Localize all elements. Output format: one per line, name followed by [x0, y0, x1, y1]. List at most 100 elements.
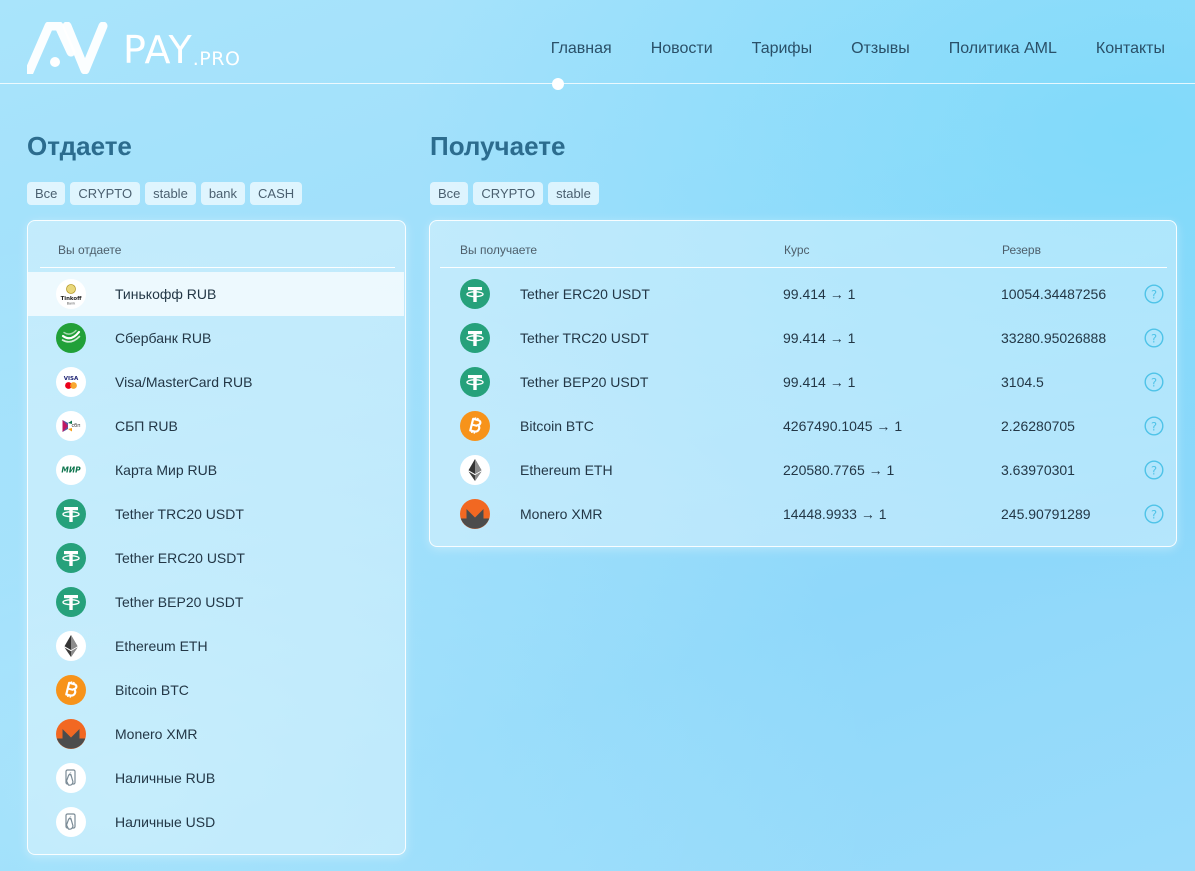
get-item-label: Tether ERC20 USDT — [520, 286, 650, 302]
visa-mastercard-icon: VISA — [56, 367, 86, 397]
help-icon[interactable]: ? — [1144, 328, 1164, 348]
svg-text:Bank: Bank — [67, 302, 76, 306]
sberbank-icon — [56, 323, 86, 353]
svg-text:?: ? — [1151, 463, 1157, 477]
nav-home[interactable]: Главная — [551, 40, 612, 58]
give-list-item[interactable]: $ Наличные USD — [28, 800, 404, 844]
get-item-label: Ethereum ETH — [520, 462, 613, 478]
help-icon[interactable]: ? — [1144, 460, 1164, 480]
get-item-reserve: 2.26280705 — [1001, 418, 1075, 434]
bitcoin-icon — [56, 675, 86, 705]
get-item-rate: 14448.9933 → 1 — [783, 506, 887, 522]
main-nav: Главная Новости Тарифы Отзывы Политика A… — [551, 40, 1165, 58]
logo[interactable]: PAY .PRO — [27, 22, 240, 74]
get-item-reserve: 3104.5 — [1001, 374, 1044, 390]
get-column-header-reserve: Резерв — [1002, 243, 1041, 257]
get-filter-stable[interactable]: stable — [548, 182, 599, 205]
ethereum-icon — [460, 455, 490, 485]
give-list-item[interactable]: Monero XMR — [28, 712, 404, 756]
give-filter-bank[interactable]: bank — [200, 182, 246, 205]
give-list-item[interactable]: VISA Visa/MasterCard RUB — [28, 360, 404, 404]
tether-icon — [460, 367, 490, 397]
give-header-divider — [40, 267, 395, 268]
nav-aml-policy[interactable]: Политика AML — [949, 40, 1057, 58]
give-column-header: Вы отдаете — [58, 243, 122, 257]
give-filter-all[interactable]: Все — [27, 182, 66, 205]
tether-icon — [56, 587, 86, 617]
svg-text:сбп: сбп — [71, 423, 80, 429]
mir-icon: МИР — [56, 455, 86, 485]
get-column-header-name: Вы получаете — [460, 243, 538, 257]
svg-text:$: $ — [69, 772, 72, 777]
give-list-item[interactable]: $ Наличные RUB — [28, 756, 404, 800]
tether-icon — [56, 499, 86, 529]
give-filter-crypto[interactable]: CRYPTO — [70, 182, 141, 205]
give-list-item[interactable]: Tinkoff Bank Тинькофф RUB — [28, 272, 404, 316]
nav-tariffs[interactable]: Тарифы — [752, 40, 812, 58]
give-item-label: Bitcoin BTC — [115, 682, 189, 698]
svg-text:$: $ — [69, 816, 72, 821]
header-divider — [0, 83, 1195, 84]
logo-pro-text: .PRO — [192, 48, 241, 70]
tether-icon — [56, 543, 86, 573]
help-icon[interactable]: ? — [1144, 416, 1164, 436]
give-filter-cash[interactable]: CASH — [250, 182, 303, 205]
help-icon[interactable]: ? — [1144, 372, 1164, 392]
svg-text:?: ? — [1151, 287, 1157, 301]
nav-contacts[interactable]: Контакты — [1096, 40, 1165, 58]
get-title: Получаете — [430, 131, 566, 161]
give-list-item[interactable]: МИР Карта Мир RUB — [28, 448, 404, 492]
give-list-item[interactable]: Tether TRC20 USDT — [28, 492, 404, 536]
give-item-label: Tether BEP20 USDT — [115, 594, 244, 610]
bitcoin-icon — [460, 411, 490, 441]
get-panel: Вы получаете Курс Резерв Tether ERC20 US… — [429, 220, 1177, 547]
give-list-item[interactable]: сбп СБП RUB — [28, 404, 404, 448]
get-list-item[interactable]: Monero XMR 14448.9933 → 1 245.90791289 ? — [430, 492, 1176, 536]
nav-news[interactable]: Новости — [651, 40, 713, 58]
get-item-label: Tether BEP20 USDT — [520, 374, 649, 390]
get-item-label: Bitcoin BTC — [520, 418, 594, 434]
get-item-reserve: 3.63970301 — [1001, 462, 1075, 478]
give-panel: Вы отдаете Tinkoff Bank Тинькофф RUB Сбер… — [27, 220, 406, 855]
give-item-label: Карта Мир RUB — [115, 462, 218, 478]
give-filters: Все CRYPTO stable bank CASH — [27, 182, 303, 205]
cash-icon: $ — [56, 807, 86, 837]
svg-text:VISA: VISA — [64, 376, 79, 382]
svg-text:?: ? — [1151, 419, 1157, 433]
get-list-item[interactable]: Tether ERC20 USDT 99.414 → 1 10054.3448725… — [430, 272, 1176, 316]
get-item-rate: 220580.7765 → 1 — [783, 462, 895, 478]
give-item-label: Tether TRC20 USDT — [115, 506, 244, 522]
help-icon[interactable]: ? — [1144, 284, 1164, 304]
get-list-item[interactable]: Tether TRC20 USDT 99.414 → 1 33280.9502688… — [430, 316, 1176, 360]
give-list-item[interactable]: Bitcoin BTC — [28, 668, 404, 712]
give-item-label: Наличные USD — [115, 814, 216, 830]
give-title: Отдаете — [27, 131, 132, 161]
give-list-item[interactable]: Tether BEP20 USDT — [28, 580, 404, 624]
get-list-item[interactable]: Ethereum ETH 220580.7765 → 1 3.63970301 ? — [430, 448, 1176, 492]
get-filter-crypto[interactable]: CRYPTO — [473, 182, 544, 205]
give-list-item[interactable]: Tether ERC20 USDT — [28, 536, 404, 580]
get-header-divider — [440, 267, 1167, 268]
get-filters: Все CRYPTO stable — [430, 182, 599, 205]
help-icon[interactable]: ? — [1144, 504, 1164, 524]
get-item-reserve: 245.90791289 — [1001, 506, 1091, 522]
give-list-item[interactable]: Ethereum ETH — [28, 624, 404, 668]
give-item-label: Наличные RUB — [115, 770, 216, 786]
get-list-item[interactable]: Bitcoin BTC 4267490.1045 → 1 2.26280705 ? — [430, 404, 1176, 448]
nav-reviews[interactable]: Отзывы — [851, 40, 910, 58]
get-filter-all[interactable]: Все — [430, 182, 469, 205]
give-filter-stable[interactable]: stable — [145, 182, 196, 205]
give-list-item[interactable]: Сбербанк RUB — [28, 316, 404, 360]
give-item-label: Monero XMR — [115, 726, 198, 742]
site-header: PAY .PRO Главная Новости Тарифы Отзывы П… — [0, 0, 1195, 90]
get-item-reserve: 33280.95026888 — [1001, 330, 1107, 346]
get-item-rate: 99.414 → 1 — [783, 286, 856, 302]
cash-icon: $ — [56, 763, 86, 793]
get-list-item[interactable]: Tether BEP20 USDT 99.414 → 1 3104.5 ? — [430, 360, 1176, 404]
get-item-label: Monero XMR — [520, 506, 603, 522]
svg-text:?: ? — [1151, 507, 1157, 521]
tether-icon — [460, 323, 490, 353]
get-column-header-rate: Курс — [784, 243, 810, 257]
svg-text:?: ? — [1151, 331, 1157, 345]
logo-mark-icon — [27, 22, 108, 74]
